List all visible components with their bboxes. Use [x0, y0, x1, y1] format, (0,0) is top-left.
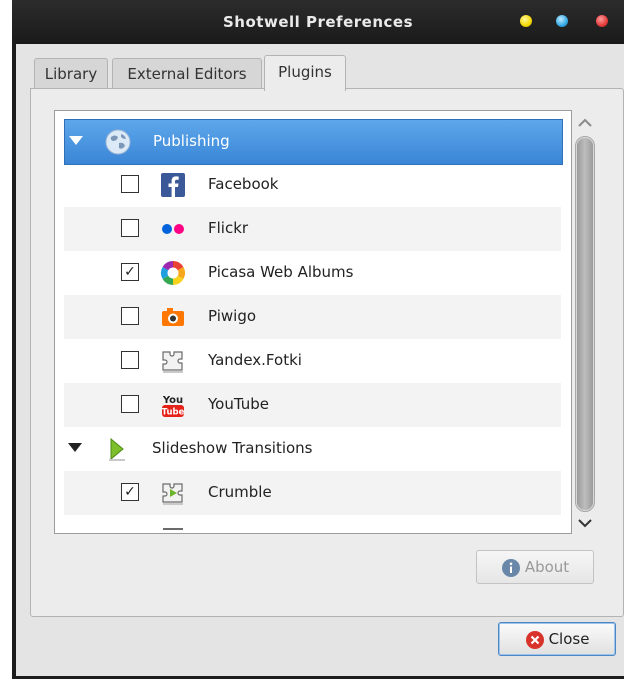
plugin-row-picasa[interactable]: ✓ Picasa Web Albums: [64, 251, 561, 295]
play-transition-icon: [109, 437, 125, 461]
plugin-label: Flickr: [208, 219, 249, 237]
puzzle-plugin-icon: [162, 351, 183, 373]
close-button[interactable]: Close: [498, 622, 616, 656]
plugin-label: Piwigo: [208, 307, 257, 325]
maximize-button[interactable]: [556, 15, 568, 27]
plugin-label: Yandex.Fotki: [208, 351, 302, 369]
info-icon: [501, 558, 520, 577]
plugin-checkbox[interactable]: ✓: [121, 263, 139, 281]
minimize-button[interactable]: [520, 15, 532, 27]
globe-icon: [105, 129, 131, 155]
piwigo-camera-icon: [162, 308, 184, 326]
close-window-button[interactable]: [596, 15, 608, 27]
plugin-checkbox[interactable]: [121, 175, 139, 193]
scroll-up-arrow-icon[interactable]: [573, 114, 597, 132]
transition-plugin-icon: [162, 483, 183, 505]
scroll-down-arrow-icon[interactable]: [573, 514, 597, 532]
plugin-label: Picasa Web Albums: [208, 263, 354, 281]
plugin-checkbox[interactable]: [121, 395, 139, 413]
plugin-row-facebook[interactable]: Facebook: [64, 163, 561, 207]
plugin-label: Crumble: [208, 483, 272, 501]
plugin-checkbox[interactable]: [121, 351, 139, 369]
plugin-list[interactable]: Publishing Facebook Flickr ✓ Picasa Web: [54, 110, 572, 534]
tab-external-editors[interactable]: External Editors: [112, 58, 262, 89]
plugin-checkbox[interactable]: ✓: [121, 483, 139, 501]
youtube-icon: You Tube: [162, 395, 185, 418]
svg-text:You: You: [162, 395, 183, 406]
tab-plugins[interactable]: Plugins: [264, 55, 346, 91]
close-button-label: Close: [548, 630, 590, 648]
picasa-icon: [160, 261, 186, 285]
plugin-row-partial[interactable]: [64, 515, 561, 533]
tab-library[interactable]: Library: [34, 58, 108, 89]
flickr-icon: [162, 224, 184, 234]
plugin-row-yandex-fotki[interactable]: Yandex.Fotki: [64, 339, 561, 383]
plugin-label: Facebook: [208, 175, 279, 193]
scrollbar-thumb[interactable]: [577, 138, 593, 510]
facebook-icon: [161, 173, 185, 197]
svg-text:Tube: Tube: [162, 408, 185, 418]
plugin-label: YouTube: [208, 395, 269, 413]
plugin-row-piwigo[interactable]: Piwigo: [64, 295, 561, 339]
plugin-checkbox[interactable]: [121, 307, 139, 325]
plugin-row-youtube[interactable]: You Tube YouTube: [64, 383, 561, 427]
plugin-checkbox[interactable]: [121, 219, 139, 237]
window-title: Shotwell Preferences: [223, 13, 413, 31]
plugin-row-crumble[interactable]: ✓ Crumble: [64, 471, 561, 515]
expander-arrow-icon[interactable]: [68, 443, 82, 452]
category-label: Publishing: [153, 132, 230, 150]
title-bar[interactable]: Shotwell Preferences: [12, 0, 624, 44]
category-label: Slideshow Transitions: [152, 439, 313, 457]
about-button-label: About: [524, 558, 570, 576]
close-circle-icon: [525, 630, 544, 649]
category-row-slideshow-transitions[interactable]: Slideshow Transitions: [64, 427, 561, 471]
expander-arrow-icon[interactable]: [69, 136, 83, 145]
plugin-row-flickr[interactable]: Flickr: [64, 207, 561, 251]
partial-plugin-icon: [163, 528, 183, 530]
category-row-publishing[interactable]: Publishing: [64, 119, 563, 165]
about-button[interactable]: About: [476, 550, 594, 584]
